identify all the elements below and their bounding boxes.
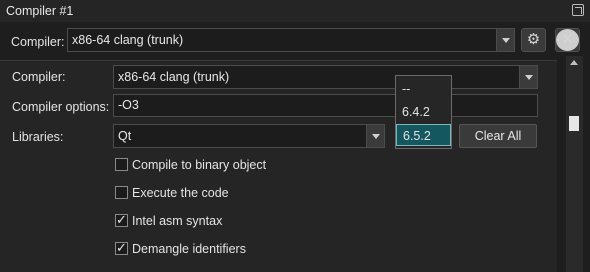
checkbox-row[interactable]: Execute the code [115, 186, 365, 204]
compiler-options-value: -O3 [118, 98, 139, 112]
compiler-options-label: Compiler options: [12, 100, 110, 114]
compile-binary-checkbox[interactable] [115, 158, 128, 171]
gear-icon: ⚙ [526, 31, 541, 48]
execute-code-checkbox[interactable] [115, 186, 128, 199]
title-bar: Compiler #1 [0, 0, 590, 22]
checkbox-row[interactable]: Demangle identifiers [115, 240, 365, 260]
version-option-selected[interactable]: 6.5.2 [396, 124, 451, 146]
checkbox-label: Demangle identifiers [132, 242, 246, 256]
compiler-options-panel: Compiler: x86-64 clang (trunk) Compiler … [0, 60, 557, 272]
chevron-down-icon[interactable] [496, 29, 514, 51]
compiler-toolbar: Compiler: x86-64 clang (trunk) ⚙ ✕ [0, 22, 590, 60]
compiler-select-value: x86-64 clang (trunk) [72, 33, 184, 47]
intel-asm-checkbox[interactable] [115, 212, 128, 228]
settings-button[interactable]: ⚙ [521, 28, 546, 52]
compiler-select[interactable]: x86-64 clang (trunk) [67, 28, 515, 52]
compiler-label: Compiler: [11, 35, 65, 49]
scroll-thumb[interactable] [569, 116, 579, 131]
options-compiler-value: x86-64 clang (trunk) [118, 70, 230, 84]
checkbox-row[interactable]: Intel asm syntax [115, 212, 365, 232]
demangle-checkbox[interactable] [115, 240, 128, 256]
chevron-down-icon[interactable] [366, 125, 384, 147]
checkbox-row[interactable]: Compile to binary object [115, 158, 365, 176]
close-icon: ✕ [556, 29, 579, 51]
options-compiler-select[interactable]: x86-64 clang (trunk) [113, 65, 538, 89]
popout-icon[interactable] [572, 4, 584, 16]
libraries-value: Qt [118, 129, 132, 143]
chevron-down-icon[interactable] [519, 66, 537, 88]
scroll-up-icon[interactable] [570, 60, 578, 65]
checkbox-label: Execute the code [132, 186, 229, 200]
vertical-scrollbar[interactable] [566, 56, 583, 272]
checkbox-label: Intel asm syntax [132, 214, 223, 228]
checkbox-label: Compile to binary object [132, 158, 267, 172]
libraries-label: Libraries: [12, 130, 64, 144]
close-button[interactable]: ✕ [555, 28, 580, 52]
libraries-select[interactable]: Qt [113, 124, 385, 148]
library-version-dropdown[interactable]: -- 6.4.2 6.5.2 [395, 75, 452, 149]
options-compiler-label: Compiler: [12, 70, 66, 84]
compiler-options-input[interactable]: -O3 [113, 94, 538, 117]
clear-all-button[interactable]: Clear All [459, 124, 537, 148]
version-option[interactable]: 6.4.2 [396, 101, 451, 123]
window-title: Compiler #1 [6, 4, 74, 18]
version-option[interactable]: -- [396, 78, 451, 100]
